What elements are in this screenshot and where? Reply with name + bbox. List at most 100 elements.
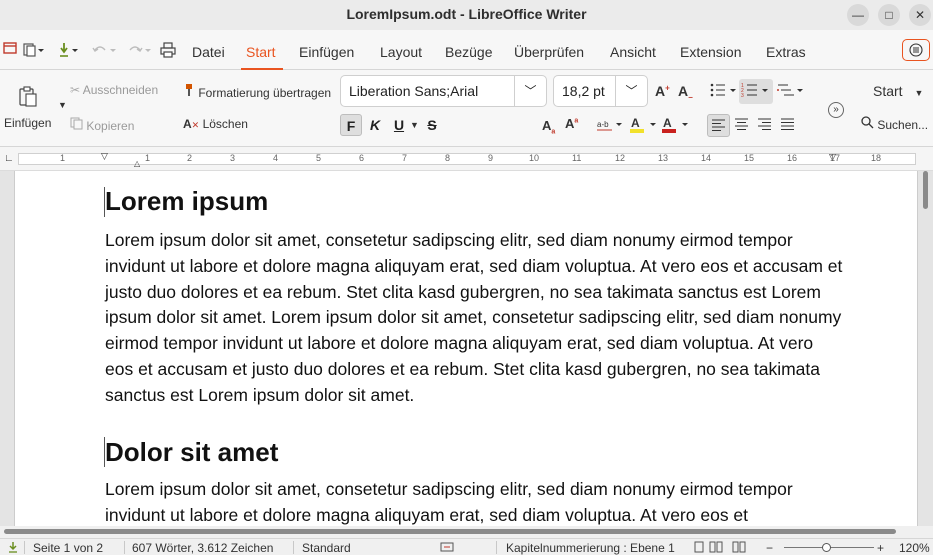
bold-button[interactable]: F [340,114,362,136]
font-size-combo[interactable]: 18,2 pt ﹀ [553,75,648,107]
book-view-icon[interactable] [732,541,746,555]
numbered-list-icon[interactable]: 123 [739,79,773,104]
search-label: Suchen... [877,118,929,132]
tab-ueberpruefen[interactable]: Überprüfen [514,44,584,60]
clear-formatting-label: Löschen [202,117,248,131]
clone-formatting-button[interactable]: Formatierung übertragen [183,83,331,100]
maximize-button[interactable]: □ [878,4,900,26]
search-icon [861,116,874,132]
tab-stop-icon[interactable]: ∟ [4,153,14,164]
minimize-icon: — [852,8,864,22]
document-modified-icon[interactable] [8,541,18,555]
page-style[interactable]: Standard [302,541,351,555]
ruler-number: 5 [316,153,322,163]
paragraph-style-dropdown[interactable]: Start ▼ [873,83,923,99]
tab-einfuegen[interactable]: Einfügen [299,44,354,60]
tab-start[interactable]: Start [246,44,276,60]
status-separator [496,541,497,554]
align-right-icon[interactable] [758,118,772,134]
tab-datei[interactable]: Datei [192,44,225,60]
tab-extension[interactable]: Extension [680,44,741,60]
italic-button[interactable]: K [364,114,386,136]
clear-formatting-button[interactable]: A✕ Löschen [183,117,248,131]
first-line-indent-icon[interactable]: ▽ [101,151,108,162]
outline-list-icon[interactable] [776,82,806,101]
menu-icon[interactable] [3,41,17,58]
ruler-number: 8 [445,153,451,163]
outline-level[interactable]: Kapitelnummerierung : Ebene 1 [506,541,675,555]
ruler-number: 11 [572,153,582,163]
text-language-icon[interactable] [440,541,456,555]
horizontal-ruler[interactable]: ∟ 1 ▽ △ 1 2 3 4 5 6 7 8 9 10 11 12 13 14… [0,147,933,171]
document-page[interactable]: Lorem ipsum Lorem ipsum dolor sit amet, … [14,171,918,526]
superscript-icon[interactable]: Aa [565,116,578,131]
tab-bezuege[interactable]: Bezüge [445,44,492,60]
zoom-in-button[interactable]: + [877,541,884,555]
undo-icon[interactable] [91,42,117,61]
zoom-slider-handle[interactable] [822,543,831,552]
underline-button[interactable]: U [388,114,410,136]
justify-icon[interactable] [781,118,795,134]
vertical-scroll-thumb[interactable] [923,171,928,209]
ruler-number: 9 [488,153,494,163]
svg-text:A: A [663,116,672,130]
document-area: Lorem ipsum Lorem ipsum dolor sit amet, … [0,171,933,526]
copy-button[interactable]: Kopieren [70,117,134,133]
paste-button[interactable]: Einfügen [4,116,51,130]
tab-layout[interactable]: Layout [380,44,422,60]
chevron-down-icon[interactable]: ﹀ [615,76,647,106]
horizontal-scroll-thumb[interactable] [4,529,896,534]
font-color-icon[interactable]: A [662,116,692,137]
zoom-out-button[interactable]: − [766,541,773,555]
minimize-button[interactable]: — [847,4,869,26]
cut-button[interactable]: ✂ Ausschneiden [70,83,158,97]
ruler-number: 1 [60,153,66,163]
chevron-down-icon[interactable]: ﹀ [514,76,546,106]
heading-1[interactable]: Lorem ipsum [105,186,268,217]
ruler-track [18,153,916,165]
grow-font-icon[interactable]: A+ [655,83,670,99]
new-document-icon[interactable] [22,42,44,61]
sidebar-toggle-button[interactable] [902,39,930,61]
vertical-scrollbar[interactable] [923,171,931,526]
zoom-level[interactable]: 120% [899,541,930,555]
horizontal-scrollbar[interactable] [0,526,933,538]
search-button[interactable]: Suchen... [861,116,928,132]
shrink-font-icon[interactable]: A− [678,83,693,102]
tab-bar: Datei Start Einfügen Layout Bezüge Überp… [0,30,933,70]
font-size-value: 18,2 pt [562,83,605,99]
more-options-icon[interactable]: » [828,102,844,118]
save-icon[interactable] [58,42,80,61]
heading-2[interactable]: Dolor sit amet [105,437,278,468]
paste-dropdown-icon[interactable]: ▼ [58,100,67,110]
multi-page-view-icon[interactable] [709,541,723,555]
highlight-color-icon[interactable]: A [630,116,660,137]
ruler-number: 18 [871,153,882,163]
copy-label: Kopieren [86,119,135,133]
redo-icon[interactable] [126,42,152,61]
body-paragraph[interactable]: Lorem ipsum dolor sit amet, consetetur s… [105,477,845,526]
status-separator [293,541,294,554]
single-page-view-icon[interactable] [694,541,704,555]
font-name-combo[interactable]: Liberation Sans;Arial ﹀ [340,75,547,107]
ruler-number: 13 [658,153,669,163]
align-center-icon[interactable] [735,118,749,134]
strikethrough-button[interactable]: S [421,114,443,136]
ruler-number: 14 [701,153,712,163]
close-button[interactable]: ✕ [909,4,931,26]
font-name-value: Liberation Sans;Arial [349,83,479,99]
paste-icon[interactable] [18,86,38,111]
body-paragraph[interactable]: Lorem ipsum dolor sit amet, consetetur s… [105,228,845,409]
align-left-icon[interactable] [707,114,730,137]
left-indent-icon[interactable]: △ [134,159,140,168]
tab-ansicht[interactable]: Ansicht [610,44,656,60]
character-spacing-icon[interactable]: a-b [596,118,624,135]
word-count[interactable]: 607 Wörter, 3.612 Zeichen [132,541,273,555]
subscript-icon[interactable]: Aa [542,118,555,136]
bullet-list-icon[interactable] [709,82,739,101]
tab-extras[interactable]: Extras [766,44,806,60]
underline-dropdown-icon[interactable]: ▼ [410,120,419,130]
page-count[interactable]: Seite 1 von 2 [33,541,103,555]
print-icon[interactable] [160,42,176,61]
clear-formatting-icon: A✕ [183,117,200,131]
